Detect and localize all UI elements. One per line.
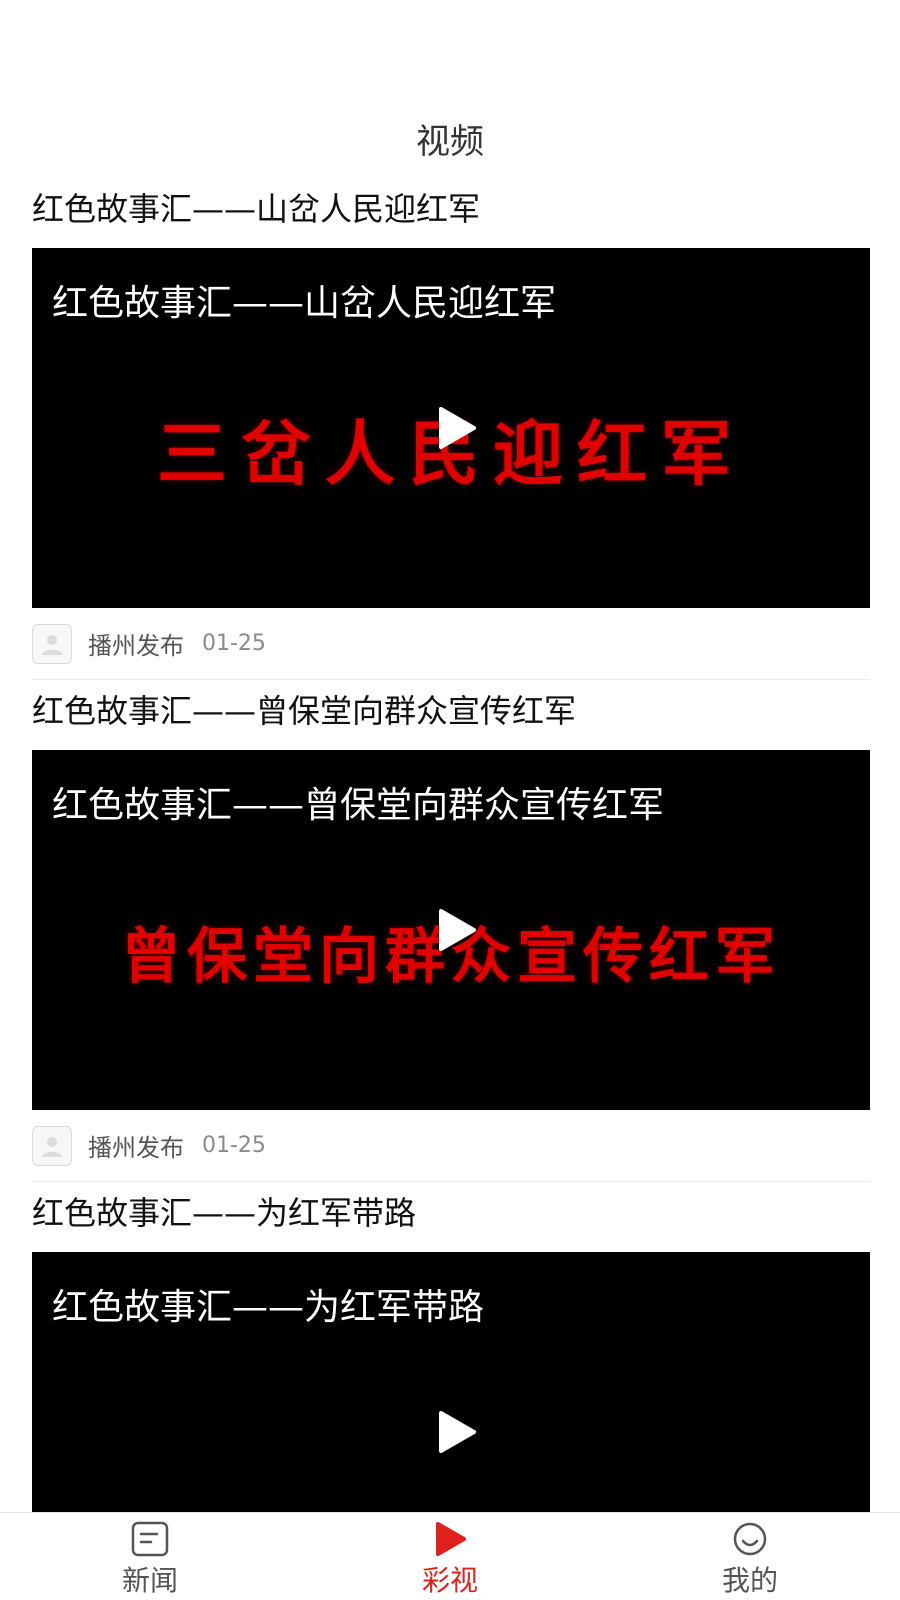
avatar xyxy=(32,1125,72,1166)
bottom-tab-bar: 新闻 彩视 我的 xyxy=(0,1512,900,1600)
video-overlay-title: 红色故事汇——曾保堂向群众宣传红军 xyxy=(52,785,665,826)
list-item[interactable]: 红色故事汇——曾保堂向群众宣传红军 红色故事汇——曾保堂向群众宣传红军 曾保堂向… xyxy=(32,688,870,1190)
video-player[interactable]: 红色故事汇——曾保堂向群众宣传红军 曾保堂向群众宣传红军 xyxy=(32,750,870,1110)
video-page: 视频 红色故事汇——山岔人民迎红军 红色故事汇——山岔人民迎红军 三岔人民迎红军 xyxy=(0,0,900,1600)
tab-label: 新闻 xyxy=(121,1564,178,1597)
play-icon[interactable] xyxy=(437,406,477,450)
avatar xyxy=(32,623,72,664)
video-title[interactable]: 红色故事汇——为红军带路 xyxy=(32,1190,870,1236)
play-icon xyxy=(436,1522,466,1556)
tab-news[interactable]: 新闻 xyxy=(0,1513,300,1600)
tab-label: 我的 xyxy=(721,1564,778,1597)
video-title[interactable]: 红色故事汇——山岔人民迎红军 xyxy=(32,186,870,232)
source-name: 播州发布 xyxy=(88,1134,184,1162)
play-icon[interactable] xyxy=(437,1410,477,1454)
publish-date: 01-25 xyxy=(202,1133,266,1158)
user-icon xyxy=(42,1136,62,1157)
video-title[interactable]: 红色故事汇——曾保堂向群众宣传红军 xyxy=(32,688,870,734)
page-title: 视频 xyxy=(416,122,484,162)
smile-icon xyxy=(733,1522,767,1556)
list-item[interactable]: 红色故事汇——山岔人民迎红军 红色故事汇——山岔人民迎红军 三岔人民迎红军 播州… xyxy=(32,186,870,688)
tab-label: 彩视 xyxy=(421,1564,478,1597)
news-icon xyxy=(131,1521,169,1557)
tab-video[interactable]: 彩视 xyxy=(300,1513,600,1600)
video-overlay-title: 红色故事汇——山岔人民迎红军 xyxy=(52,283,557,324)
user-icon xyxy=(42,634,62,655)
video-feed[interactable]: 红色故事汇——山岔人民迎红军 红色故事汇——山岔人民迎红军 三岔人民迎红军 播州… xyxy=(32,186,870,1600)
video-meta: 播州发布 01-25 xyxy=(32,608,870,680)
video-overlay-title: 红色故事汇——为红军带路 xyxy=(52,1287,485,1328)
source-name: 播州发布 xyxy=(88,632,184,660)
publish-date: 01-25 xyxy=(202,631,266,656)
tab-mine[interactable]: 我的 xyxy=(600,1513,900,1600)
video-meta: 播州发布 01-25 xyxy=(32,1110,870,1182)
video-player[interactable]: 红色故事汇——山岔人民迎红军 三岔人民迎红军 xyxy=(32,248,870,608)
play-icon[interactable] xyxy=(437,908,477,952)
